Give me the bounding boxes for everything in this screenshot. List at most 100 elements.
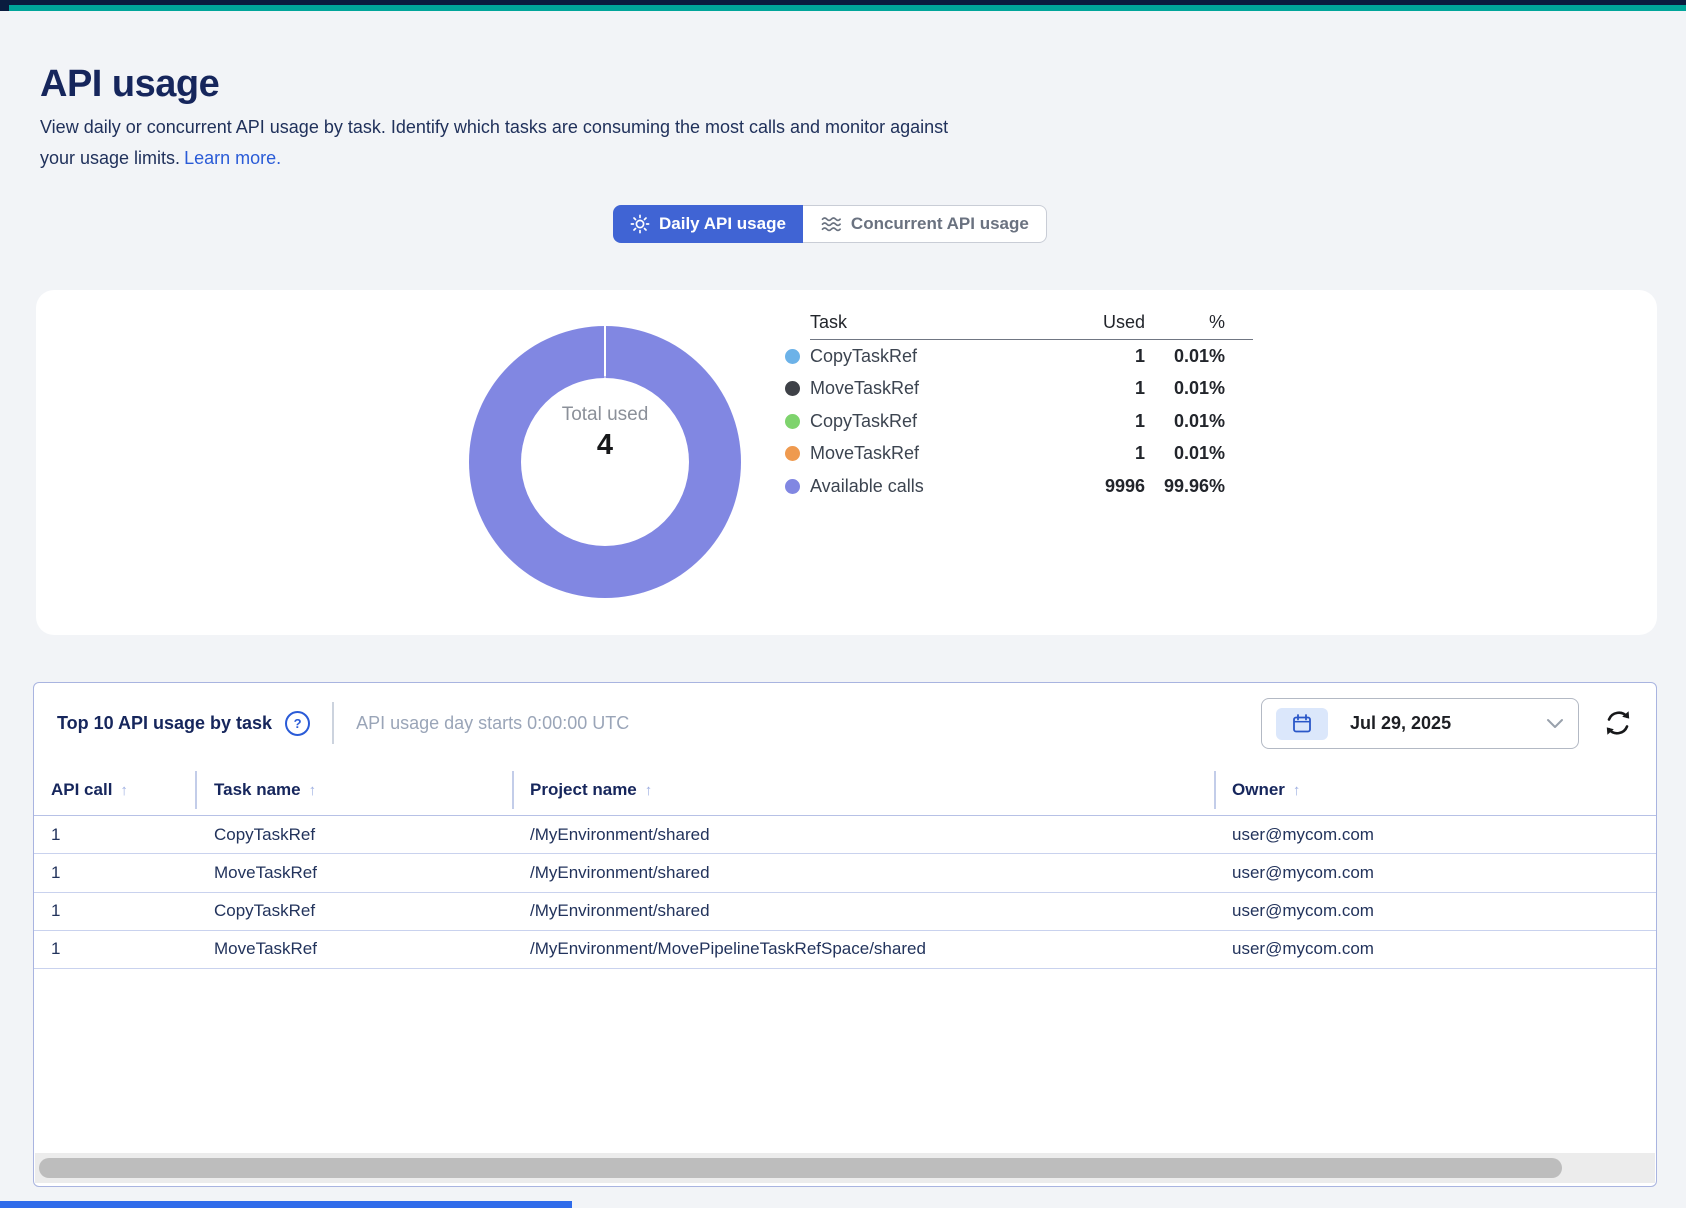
legend-label: MoveTaskRef (810, 378, 1050, 399)
legend-row: CopyTaskRef 1 0.01% (785, 340, 1253, 373)
sun-icon (630, 214, 650, 234)
legend-used: 1 (1050, 346, 1145, 367)
panel-title: Top 10 API usage by task (57, 713, 272, 734)
page-title: API usage (40, 63, 219, 106)
donut-center-label: Total used (562, 404, 649, 426)
legend-dot-purple (785, 479, 800, 494)
cell-task-name: MoveTaskRef (214, 863, 317, 883)
description-line-2: your usage limits. (40, 148, 180, 168)
legend-percent: 99.96% (1145, 476, 1253, 497)
date-picker[interactable]: Jul 29, 2025 (1261, 698, 1579, 749)
horizontal-scrollbar-track[interactable] (35, 1153, 1655, 1183)
legend-label: MoveTaskRef (810, 443, 1050, 464)
cell-api-call: 1 (51, 939, 60, 959)
calendar-chip (1276, 708, 1328, 740)
legend-used: 1 (1050, 378, 1145, 399)
legend-dot-orange (785, 446, 800, 461)
donut-center: Total used 4 (521, 378, 689, 546)
cell-task-name: MoveTaskRef (214, 939, 317, 959)
legend-dot-blue (785, 349, 800, 364)
calendar-icon (1291, 713, 1313, 735)
table-column-header-row: API call ↑ Task name ↑ Project name ↑ Owner… (34, 763, 1656, 816)
legend-header-percent: % (1145, 312, 1253, 333)
description-line-1: View daily or concurrent API usage by ta… (40, 112, 948, 143)
table-row: 1 MoveTaskRef /MyEnvironment/MovePipelin… (34, 931, 1656, 969)
sort-asc-icon: ↑ (309, 782, 317, 799)
column-divider (1214, 771, 1216, 809)
legend-dot-green (785, 414, 800, 429)
cell-api-call: 1 (51, 863, 60, 883)
legend-row: MoveTaskRef 1 0.01% (785, 438, 1253, 471)
legend-header-used: Used (1050, 312, 1145, 333)
legend-row: CopyTaskRef 1 0.01% (785, 405, 1253, 438)
cell-project-name: /MyEnvironment/shared (530, 825, 710, 845)
api-usage-page: API usage View daily or concurrent API u… (0, 0, 1686, 1208)
legend-row: MoveTaskRef 1 0.01% (785, 373, 1253, 406)
legend-percent: 0.01% (1145, 346, 1253, 367)
legend-used: 9996 (1050, 476, 1145, 497)
legend-label: CopyTaskRef (810, 346, 1050, 367)
table-row: 1 CopyTaskRef /MyEnvironment/shared user… (34, 893, 1656, 931)
cell-owner: user@mycom.com (1232, 939, 1374, 959)
column-header-owner[interactable]: Owner ↑ (1232, 780, 1300, 800)
legend-used: 1 (1050, 411, 1145, 432)
legend-percent: 0.01% (1145, 411, 1253, 432)
column-header-api-call[interactable]: API call ↑ (51, 780, 128, 800)
daily-usage-chart-card: Total used 4 Task Used % CopyTaskRef 1 0… (36, 290, 1657, 635)
legend-label: Available calls (810, 476, 1050, 497)
learn-more-link[interactable]: Learn more. (184, 148, 281, 168)
sort-asc-icon: ↑ (1293, 782, 1301, 799)
concurrent-api-usage-tab[interactable]: Concurrent API usage (803, 205, 1047, 243)
refresh-button[interactable] (1600, 704, 1636, 742)
daily-api-usage-tab[interactable]: Daily API usage (613, 205, 803, 243)
column-header-task-name[interactable]: Task name ↑ (214, 780, 316, 800)
daily-tab-label: Daily API usage (659, 214, 786, 234)
column-divider (195, 771, 197, 809)
table-body: 1 CopyTaskRef /MyEnvironment/shared user… (34, 816, 1656, 969)
sort-asc-icon: ↑ (645, 782, 653, 799)
column-label: Project name (530, 780, 637, 799)
refresh-icon (1601, 706, 1635, 740)
column-label: Task name (214, 780, 301, 799)
legend-percent: 0.01% (1145, 378, 1253, 399)
page-description: View daily or concurrent API usage by ta… (40, 112, 948, 174)
table-row: 1 CopyTaskRef /MyEnvironment/shared user… (34, 816, 1656, 854)
bottom-blue-strip (0, 1201, 572, 1208)
table-row: 1 MoveTaskRef /MyEnvironment/shared user… (34, 854, 1656, 892)
cell-owner: user@mycom.com (1232, 825, 1374, 845)
top10-usage-panel: Top 10 API usage by task ? API usage day… (33, 682, 1657, 1187)
header-divider (332, 702, 334, 744)
cell-api-call: 1 (51, 901, 60, 921)
legend-header-task: Task (810, 312, 1050, 333)
usage-donut-chart: Total used 4 (469, 326, 741, 598)
column-label: API call (51, 780, 112, 799)
cell-api-call: 1 (51, 825, 60, 845)
cell-project-name: /MyEnvironment/shared (530, 901, 710, 921)
column-header-project-name[interactable]: Project name ↑ (530, 780, 652, 800)
cell-task-name: CopyTaskRef (214, 825, 315, 845)
legend-dot-dark (785, 381, 800, 396)
chevron-down-icon (1546, 718, 1564, 729)
selected-date: Jul 29, 2025 (1350, 713, 1451, 734)
sort-asc-icon: ↑ (120, 782, 128, 799)
panel-subtitle: API usage day starts 0:00:00 UTC (356, 713, 629, 734)
help-icon[interactable]: ? (285, 711, 310, 736)
column-divider (512, 771, 514, 809)
horizontal-scrollbar-thumb[interactable] (39, 1158, 1562, 1178)
legend-row: Available calls 9996 99.96% (785, 470, 1253, 503)
donut-center-value: 4 (597, 429, 613, 462)
waves-icon (820, 215, 842, 233)
cell-project-name: /MyEnvironment/MovePipelineTaskRefSpace/… (530, 939, 926, 959)
cell-owner: user@mycom.com (1232, 863, 1374, 883)
cell-project-name: /MyEnvironment/shared (530, 863, 710, 883)
legend-label: CopyTaskRef (810, 411, 1050, 432)
legend-header-row: Task Used % (810, 306, 1253, 340)
legend-percent: 0.01% (1145, 443, 1253, 464)
concurrent-tab-label: Concurrent API usage (851, 214, 1029, 234)
top-teal-accent-bar (9, 5, 1686, 11)
cell-task-name: CopyTaskRef (214, 901, 315, 921)
chart-legend: Task Used % CopyTaskRef 1 0.01% MoveTask… (785, 306, 1253, 503)
top-left-corner (0, 0, 9, 11)
usage-view-toggle: Daily API usage Concurrent API usage (613, 205, 1047, 243)
column-label: Owner (1232, 780, 1285, 799)
